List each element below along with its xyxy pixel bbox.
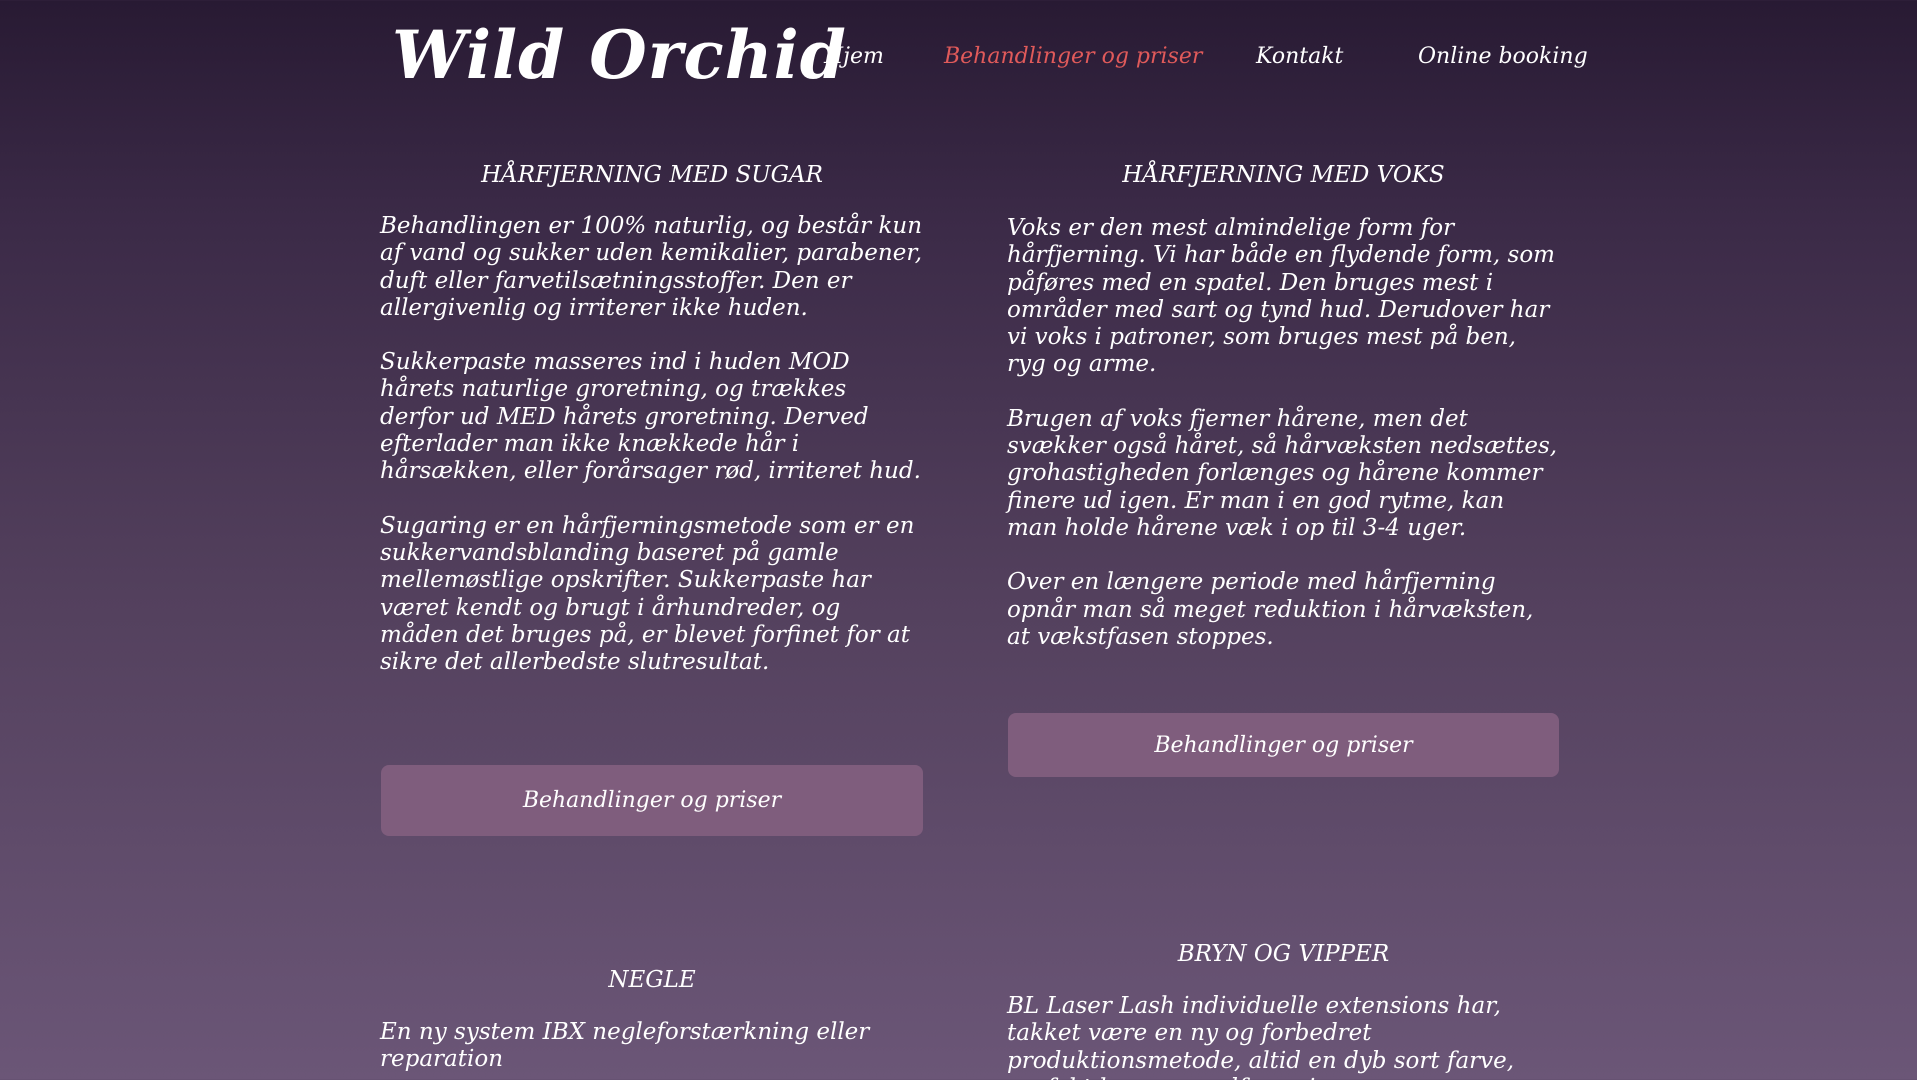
voks-paragraph: Over en længere periode med hårfjerning … xyxy=(1007,569,1534,650)
sugar-paragraph: Sukkerpaste masseres ind i huden MOD hår… xyxy=(380,349,921,485)
nav-item-hjem[interactable]: Hjem xyxy=(824,44,884,69)
section-bryn-vipper: BRYN OG VIPPER BL Laser Lash individuell… xyxy=(1007,941,1560,1080)
bryn-paragraph: BL Laser Lash individuelle extensions ha… xyxy=(1007,993,1515,1080)
sugar-prices-button[interactable]: Behandlinger og priser xyxy=(381,765,923,836)
section-sugar: HÅRFJERNING MED SUGAR Behandlingen er 10… xyxy=(380,162,924,676)
negle-paragraph: En ny system IBX negleforstærkning eller… xyxy=(380,1019,870,1073)
voks-paragraph: Brugen af voks fjerner hårene, men det s… xyxy=(1007,405,1558,541)
site-header: Wild Orchid Hjem Behandlinger og priser … xyxy=(0,0,1921,120)
sugar-paragraph: Sugaring er en hårfjerningsmetode som er… xyxy=(380,512,915,676)
voks-paragraph: Voks er den mest almindelige form for hå… xyxy=(1007,215,1555,378)
nav-item-online-booking[interactable]: Online booking xyxy=(1418,44,1588,69)
nav-item-kontakt[interactable]: Kontakt xyxy=(1256,44,1343,69)
section-title-negle: NEGLE xyxy=(608,967,696,993)
voks-prices-button[interactable]: Behandlinger og priser xyxy=(1008,713,1559,777)
nav-item-behandlinger[interactable]: Behandlinger og priser xyxy=(944,44,1202,69)
site-logo[interactable]: Wild Orchid xyxy=(392,16,847,94)
section-title-bryn-vipper: BRYN OG VIPPER xyxy=(1177,941,1390,967)
scrollbar-track[interactable] xyxy=(1917,0,1921,1080)
section-voks: HÅRFJERNING MED VOKS Voks er den mest al… xyxy=(1007,162,1560,651)
section-title-voks: HÅRFJERNING MED VOKS xyxy=(1122,162,1445,188)
section-negle: NEGLE En ny system IBX negleforstærkning… xyxy=(380,967,924,1074)
sugar-paragraph: Behandlingen er 100% naturlig, og består… xyxy=(380,213,923,321)
section-title-sugar: HÅRFJERNING MED SUGAR xyxy=(481,162,823,188)
